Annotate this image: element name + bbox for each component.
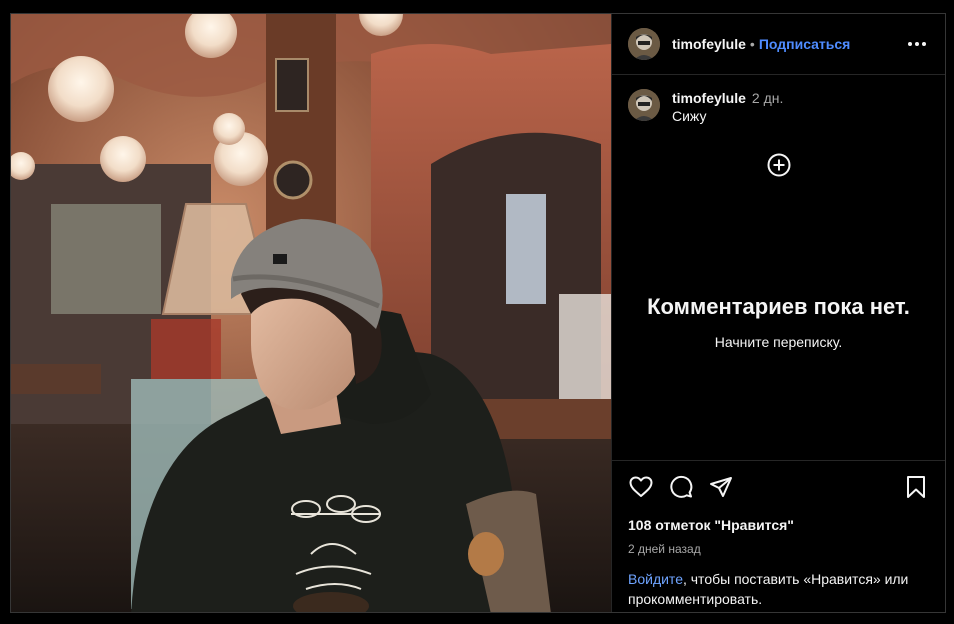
posted-time[interactable]: 2 дней назад bbox=[612, 542, 945, 556]
login-link[interactable]: Войдите bbox=[628, 571, 683, 587]
load-more-comments-button[interactable] bbox=[767, 153, 791, 177]
separator-dot: • bbox=[749, 36, 755, 52]
send-icon bbox=[710, 477, 732, 497]
caption-timestamp[interactable]: 2 дн. bbox=[752, 90, 783, 106]
empty-comments-title: Комментариев пока нет. bbox=[647, 294, 910, 319]
more-options-button[interactable] bbox=[905, 32, 929, 56]
plus-circle-icon bbox=[767, 153, 790, 177]
username-link[interactable]: timofeylule bbox=[672, 36, 746, 52]
caption-username[interactable]: timofeylule bbox=[672, 90, 746, 106]
post-footer: 108 отметок "Нравится" 2 дней назад Войд… bbox=[612, 460, 945, 612]
caption-avatar[interactable] bbox=[628, 89, 660, 121]
like-button[interactable] bbox=[628, 474, 654, 500]
empty-comments-subtitle: Начните переписку. bbox=[714, 334, 843, 350]
action-bar bbox=[612, 461, 945, 513]
add-comment-area bbox=[612, 153, 945, 177]
caption: timofeylule 2 дн. Сижу bbox=[612, 75, 945, 125]
share-button[interactable] bbox=[708, 474, 734, 500]
heart-icon bbox=[629, 476, 653, 497]
save-button[interactable] bbox=[903, 474, 929, 500]
follow-button[interactable]: Подписаться bbox=[759, 36, 851, 52]
post-dialog: timofeylule • Подписаться timofeylule 2 … bbox=[10, 13, 946, 613]
more-horizontal-icon bbox=[908, 42, 926, 46]
bookmark-icon bbox=[907, 476, 925, 498]
comment-icon bbox=[670, 475, 693, 498]
comment-button[interactable] bbox=[668, 474, 694, 500]
post-side-panel: timofeylule • Подписаться timofeylule 2 … bbox=[611, 14, 945, 612]
login-prompt: Войдите, чтобы поставить «Нравится» или … bbox=[628, 569, 929, 609]
post-header: timofeylule • Подписаться bbox=[612, 14, 945, 75]
caption-text: Сижу bbox=[672, 108, 707, 124]
post-photo[interactable] bbox=[11, 14, 611, 612]
caption-content: timofeylule 2 дн. Сижу bbox=[672, 89, 783, 125]
post-image bbox=[11, 14, 611, 612]
likes-count[interactable]: 108 отметок "Нравится" bbox=[612, 517, 945, 533]
avatar[interactable] bbox=[628, 28, 660, 60]
empty-comments: Комментариев пока нет. Начните переписку… bbox=[612, 294, 945, 350]
